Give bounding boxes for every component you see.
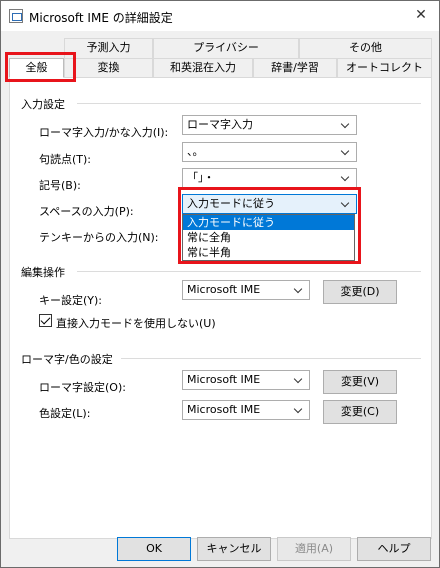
close-button[interactable]: ✕ [411, 5, 431, 25]
romaji-kana-value: ローマ字入力 [187, 118, 253, 131]
symbols-value: 「」・ [187, 171, 215, 184]
romaji-kana-label: ローマ字入力/かな入力(I): [39, 126, 169, 139]
group-divider [77, 103, 421, 104]
tab-privacy[interactable]: プライバシー [153, 38, 299, 58]
color-setting-value: Microsoft IME [187, 403, 261, 416]
group-divider [77, 271, 421, 272]
key-setting-change-button[interactable]: 変更(D) [323, 280, 397, 304]
space-label: スペースの入力(P): [39, 205, 134, 218]
chevron-down-icon [293, 371, 305, 389]
tenkey-label: テンキーからの入力(N): [39, 231, 159, 244]
ok-button[interactable]: OK [117, 537, 191, 561]
symbols-label: 記号(B): [39, 179, 81, 192]
space-select[interactable]: 入力モードに従う [182, 194, 357, 214]
space-option-follow-mode[interactable]: 入力モードに従う [183, 215, 354, 230]
tab-prediction[interactable]: 予測入力 [64, 38, 153, 58]
tab-mixed-input[interactable]: 和英混在入力 [153, 58, 253, 78]
romaji-setting-value: Microsoft IME [187, 373, 261, 386]
tab-other[interactable]: その他 [299, 38, 432, 58]
chevron-down-icon [340, 143, 352, 161]
tab-general[interactable]: 全般 [9, 58, 64, 78]
space-value: 入力モードに従う [187, 197, 275, 210]
space-dropdown-list: 入力モードに従う 常に全角 常に半角 [182, 214, 355, 261]
key-setting-value: Microsoft IME [187, 283, 261, 296]
key-setting-select[interactable]: Microsoft IME [182, 280, 310, 300]
color-setting-change-button[interactable]: 変更(C) [323, 400, 397, 424]
symbols-select[interactable]: 「」・ [182, 168, 357, 188]
direct-input-checkbox[interactable] [39, 314, 52, 327]
key-setting-label: キー設定(Y): [39, 294, 103, 307]
space-option-fullwidth[interactable]: 常に全角 [183, 230, 354, 245]
space-option-halfwidth[interactable]: 常に半角 [183, 245, 354, 260]
group-title-input: 入力設定 [21, 96, 65, 112]
romaji-setting-change-button[interactable]: 変更(V) [323, 370, 397, 394]
apply-button[interactable]: 適用(A) [277, 537, 351, 561]
chevron-down-icon [340, 169, 352, 187]
tab-autocorrect[interactable]: オートコレクト [337, 58, 432, 78]
settings-window: Microsoft IME の詳細設定 ✕ 予測入力 プライバシー その他 全般… [0, 0, 440, 568]
chevron-down-icon [293, 281, 305, 299]
romaji-kana-select[interactable]: ローマ字入力 [182, 115, 357, 135]
romaji-setting-label: ローマ字設定(O): [39, 381, 126, 394]
chevron-down-icon [293, 401, 305, 419]
punctuation-select[interactable]: 、。 [182, 142, 357, 162]
ime-app-icon [9, 9, 23, 23]
help-button[interactable]: ヘルプ [357, 537, 431, 561]
punctuation-label: 句読点(T): [39, 153, 92, 166]
punctuation-value: 、。 [187, 145, 204, 158]
direct-input-label: 直接入力モードを使用しない(U) [56, 317, 216, 330]
group-divider [121, 358, 421, 359]
title-bar: Microsoft IME の詳細設定 ✕ [1, 1, 439, 31]
tab-conversion[interactable]: 変換 [64, 58, 153, 78]
chevron-down-icon [340, 195, 352, 213]
cancel-button[interactable]: キャンセル [197, 537, 271, 561]
tab-dictionary[interactable]: 辞書/学習 [253, 58, 337, 78]
group-title-romaji-color: ローマ字/色の設定 [21, 351, 113, 367]
chevron-down-icon [340, 116, 352, 134]
color-setting-select[interactable]: Microsoft IME [182, 400, 310, 420]
romaji-setting-select[interactable]: Microsoft IME [182, 370, 310, 390]
color-setting-label: 色設定(L): [39, 407, 91, 420]
group-title-edit: 編集操作 [21, 264, 65, 280]
window-title: Microsoft IME の詳細設定 [29, 11, 173, 25]
